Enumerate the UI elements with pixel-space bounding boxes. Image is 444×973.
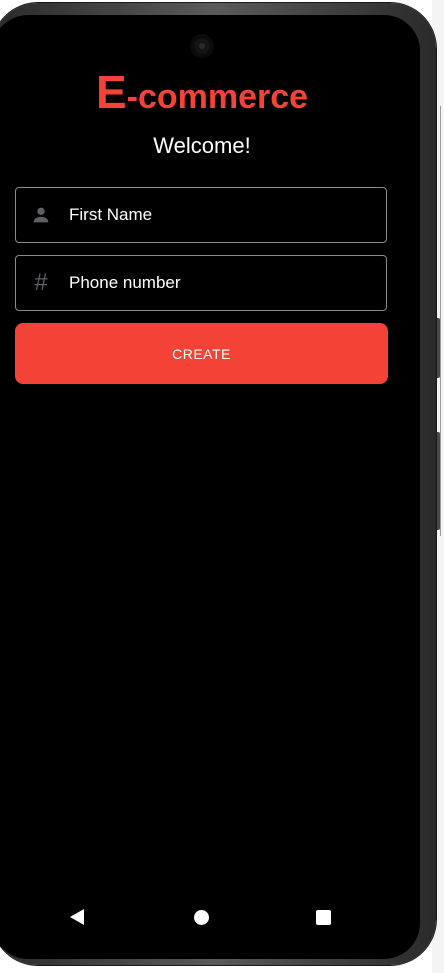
front-camera <box>190 34 214 58</box>
phone-screen: E-commerce Welcome! # CREATE <box>0 15 420 959</box>
background-divider <box>440 106 441 536</box>
system-navigation-bar <box>0 901 420 933</box>
first-name-input[interactable] <box>69 202 369 228</box>
home-icon[interactable] <box>194 910 209 925</box>
phone-frame: E-commerce Welcome! # CREATE <box>0 3 436 965</box>
device-screenshot: E-commerce Welcome! # CREATE <box>0 0 444 973</box>
hash-icon: # <box>34 269 48 296</box>
logo-initial: E <box>95 66 127 118</box>
volume-button <box>436 318 440 378</box>
person-icon <box>33 207 49 223</box>
back-icon[interactable] <box>70 909 84 925</box>
create-button[interactable]: CREATE <box>15 323 388 384</box>
first-name-field[interactable] <box>15 187 387 243</box>
power-button <box>436 432 440 530</box>
recents-icon[interactable] <box>316 910 331 925</box>
logo-text: -commerce <box>126 78 309 116</box>
phone-number-field[interactable]: # <box>15 255 387 311</box>
phone-number-input[interactable] <box>69 270 369 296</box>
app-logo: E-commerce <box>0 69 412 120</box>
welcome-heading: Welcome! <box>153 133 251 158</box>
